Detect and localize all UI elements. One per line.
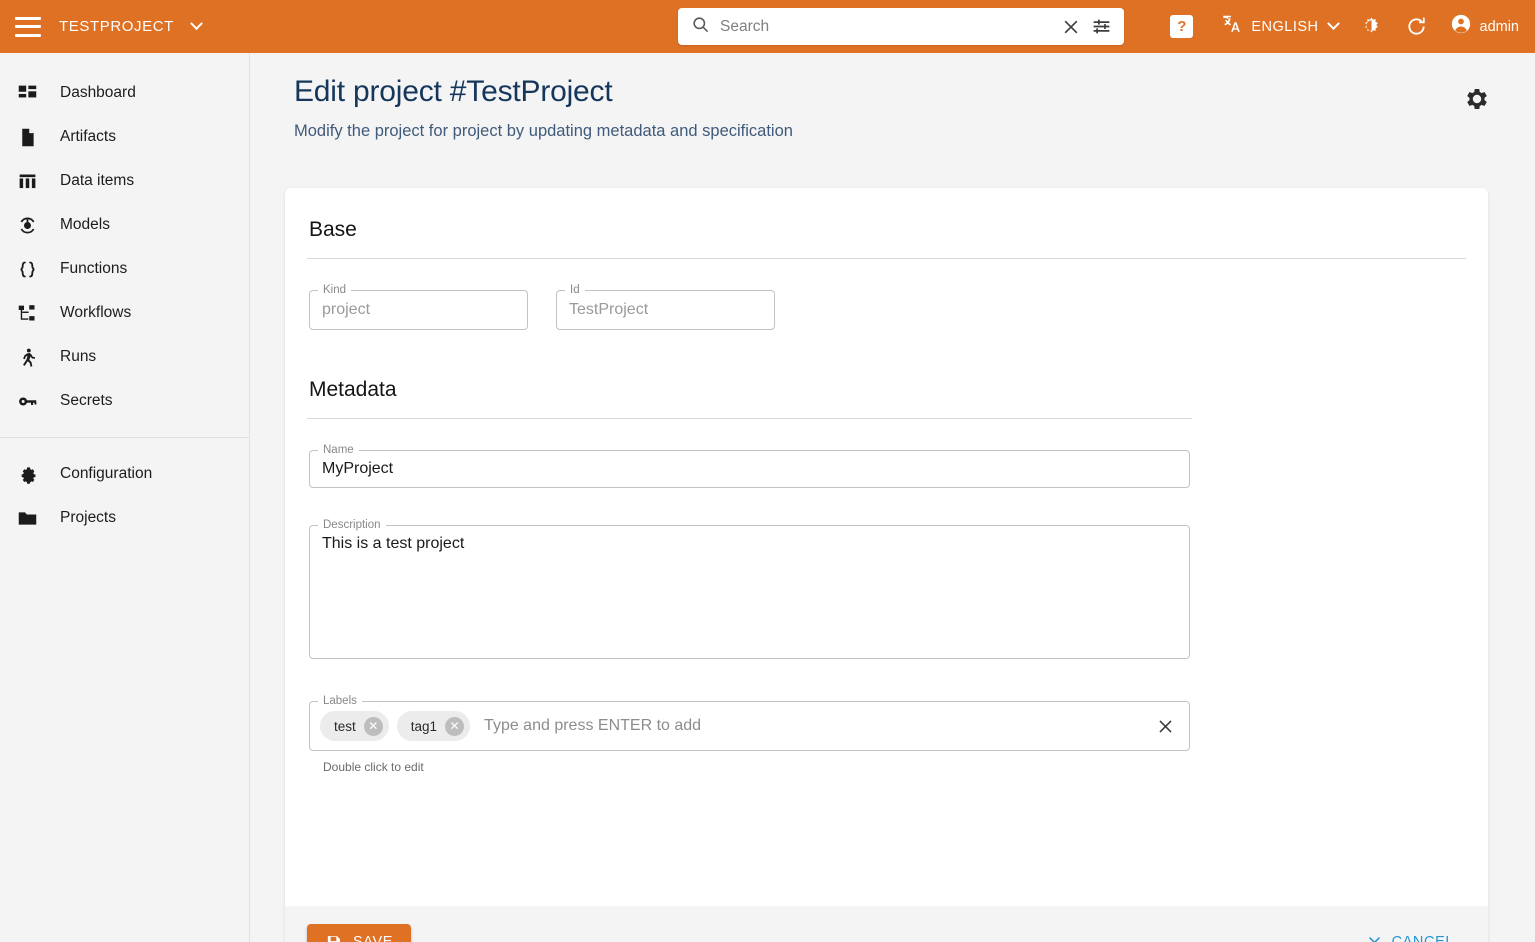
labels-input[interactable] [484, 717, 1156, 735]
labels-field[interactable]: Labels test ✕ tag1 ✕ Type and press ENTE… [309, 694, 1190, 774]
sidebar-item-workflows[interactable]: Workflows [0, 291, 249, 335]
save-disk-icon [325, 934, 342, 942]
close-circle-icon[interactable]: ✕ [445, 716, 465, 736]
chevron-down-icon [190, 17, 204, 31]
gear-icon [14, 461, 40, 487]
main-content: Edit project #TestProject Modify the pro… [250, 53, 1535, 942]
user-menu[interactable]: admin [1450, 13, 1520, 40]
name-field-value: MyProject [322, 460, 394, 477]
running-person-icon [14, 344, 40, 370]
edit-project-form-card: Base Kind project Id TestProject Metadat [285, 188, 1488, 942]
top-bar-actions: ? ENGLISH admin [1170, 0, 1535, 53]
sidebar-item-models[interactable]: Models [0, 203, 249, 247]
folder-icon [14, 505, 40, 531]
sidebar-item-label: Secrets [60, 392, 113, 409]
sidebar-item-label: Data items [60, 172, 135, 189]
cancel-button[interactable]: CANCEL [1354, 926, 1466, 942]
kind-field[interactable]: Kind project [309, 283, 528, 330]
sidebar-item-label: Artifacts [60, 128, 116, 145]
sidebar-navigation: Dashboard Artifacts Data items Models Fu… [0, 53, 250, 942]
translate-icon [1221, 13, 1243, 40]
name-field[interactable]: Name MyProject [309, 443, 1190, 488]
table-columns-icon [14, 168, 40, 194]
sidebar-item-data-items[interactable]: Data items [0, 159, 249, 203]
key-icon [14, 388, 40, 414]
description-field-value: This is a test project [322, 535, 465, 552]
close-icon [1366, 934, 1383, 942]
user-name-label: admin [1479, 18, 1520, 35]
refresh-icon[interactable] [1405, 15, 1428, 38]
search-input[interactable] [720, 17, 1061, 36]
close-circle-icon[interactable]: ✕ [363, 716, 383, 736]
sidebar-item-secrets[interactable]: Secrets [0, 379, 249, 423]
project-selector[interactable]: TESTPROJECT [59, 17, 204, 35]
sidebar-divider [0, 437, 249, 438]
id-field-label: Id [565, 283, 585, 297]
chevron-down-icon [1326, 17, 1340, 31]
help-icon[interactable]: ? [1170, 15, 1194, 38]
id-field-value: TestProject [569, 301, 649, 318]
sidebar-item-label: Projects [60, 509, 116, 526]
description-field-label: Description [318, 518, 386, 532]
save-button[interactable]: SAVE [307, 923, 412, 942]
top-app-bar: TESTPROJECT ? [0, 0, 1535, 53]
sidebar-item-configuration[interactable]: Configuration [0, 452, 249, 496]
sidebar-item-dashboard[interactable]: Dashboard [0, 71, 249, 115]
sidebar-item-label: Runs [60, 348, 97, 365]
code-braces-icon [14, 256, 40, 282]
sidebar-item-label: Functions [60, 260, 128, 277]
form-footer: SAVE CANCEL [285, 906, 1488, 942]
save-button-label: SAVE [353, 934, 394, 942]
account-circle-icon [1450, 13, 1472, 40]
sidebar-item-artifacts[interactable]: Artifacts [0, 115, 249, 159]
cancel-button-label: CANCEL [1391, 934, 1454, 942]
description-field[interactable]: Description This is a test project [309, 518, 1190, 659]
labels-clear-icon[interactable] [1156, 717, 1175, 736]
file-document-icon [14, 124, 40, 150]
sidebar-item-functions[interactable]: Functions [0, 247, 249, 291]
label-chip-text: tag1 [410, 718, 438, 734]
project-selector-label: TESTPROJECT [59, 18, 174, 35]
sidebar-item-label: Dashboard [60, 84, 136, 101]
sidebar-item-projects[interactable]: Projects [0, 496, 249, 540]
theme-toggle-icon[interactable] [1360, 15, 1383, 38]
model-node-icon [14, 212, 40, 238]
section-title-metadata: Metadata [309, 378, 397, 401]
sitemap-workflow-icon [14, 300, 40, 326]
label-chip[interactable]: tag1 ✕ [396, 711, 471, 741]
kind-field-value: project [322, 301, 371, 318]
base-fields-row: Kind project Id TestProject [307, 259, 1466, 330]
language-selector[interactable]: ENGLISH [1221, 13, 1340, 40]
gear-icon[interactable] [1463, 85, 1491, 118]
tune-filter-icon[interactable] [1091, 16, 1112, 37]
form-body: Base Kind project Id TestProject Metadat [285, 188, 1488, 774]
language-label: ENGLISH [1251, 18, 1319, 35]
labels-field-label: Labels [318, 694, 362, 708]
section-divider [307, 418, 1192, 419]
sidebar-item-label: Models [60, 216, 110, 233]
label-chip-text: test [334, 718, 356, 734]
hamburger-menu-icon[interactable] [15, 16, 41, 37]
search-bar[interactable] [678, 8, 1124, 45]
search-icon [691, 15, 710, 39]
page-header: Edit project #TestProject Modify the pro… [250, 53, 1535, 141]
label-chip[interactable]: test ✕ [320, 711, 389, 741]
sidebar-item-label: Configuration [60, 465, 153, 482]
id-field[interactable]: Id TestProject [556, 283, 775, 330]
name-field-label: Name [318, 443, 359, 457]
kind-field-label: Kind [318, 283, 352, 297]
help-icon-label: ? [1177, 18, 1187, 35]
dashboard-icon [14, 80, 40, 106]
section-title-base: Base [309, 218, 357, 241]
search-clear-icon[interactable] [1061, 17, 1081, 37]
sidebar-item-runs[interactable]: Runs [0, 335, 249, 379]
labels-hint: Double click to edit [323, 760, 424, 774]
sidebar-item-label: Workflows [60, 304, 132, 321]
label-chips: test ✕ tag1 ✕ [320, 711, 471, 741]
page-title: Edit project #TestProject [294, 75, 613, 108]
page-subtitle: Modify the project for project by updati… [294, 122, 793, 140]
